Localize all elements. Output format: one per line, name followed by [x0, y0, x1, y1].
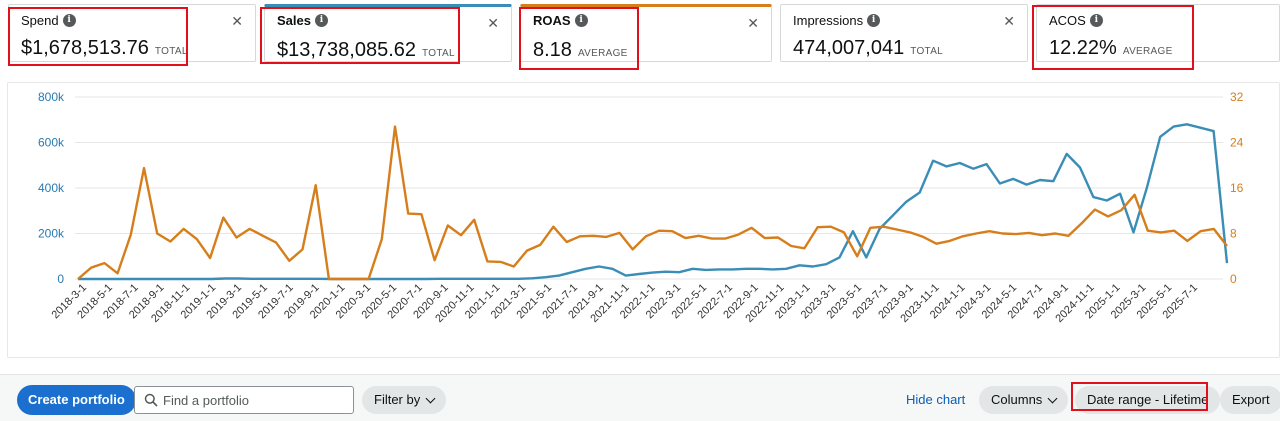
chevron-down-icon — [425, 393, 436, 403]
metric-label: ACOS — [1049, 13, 1086, 28]
filter-by-dropdown[interactable]: Filter by — [362, 386, 447, 414]
info-icon[interactable]: i — [314, 14, 328, 27]
filter-label: Filter by — [374, 392, 421, 407]
export-button[interactable]: Export — [1220, 386, 1280, 414]
columns-dropdown[interactable]: Columns — [979, 386, 1069, 414]
metric-sub: AVERAGE — [1122, 46, 1173, 57]
metric-label: Sales — [277, 13, 311, 28]
y-right-tick-label: 32 — [1230, 90, 1244, 104]
hide-chart-link[interactable]: Hide chart — [906, 386, 965, 414]
metric-label: Impressions — [793, 13, 864, 28]
roas-series-line — [77, 125, 1228, 281]
y-left-tick-label: 0 — [57, 272, 64, 286]
close-icon[interactable]: ✕ — [747, 15, 759, 32]
metric-sub: AVERAGE — [577, 48, 628, 59]
metric-label: ROAS — [533, 13, 571, 28]
sales-series-line — [78, 123, 1229, 281]
search-icon — [144, 393, 158, 407]
close-icon[interactable]: ✕ — [487, 15, 499, 32]
y-right-tick-label: 0 — [1230, 272, 1237, 286]
metric-value: 474,007,041 — [793, 37, 905, 59]
y-right-tick-label: 8 — [1230, 227, 1237, 241]
columns-label: Columns — [991, 392, 1043, 407]
line-chart: 0 0200k 8400k 16600k 24800k 322018-3-12018-5-… — [38, 90, 1244, 325]
metric-cards: Spend i $1,678,513.76 TOTAL ✕ Sales i $13,7… — [0, 0, 1280, 70]
close-icon[interactable]: ✕ — [1003, 13, 1015, 30]
y-left-tick-label: 600k — [38, 136, 65, 150]
metric-card-impressions[interactable]: Impressions i 474,007,041 TOTAL ✕ — [780, 4, 1028, 62]
metric-sub: TOTAL — [422, 48, 455, 59]
metric-card-spend[interactable]: Spend i $1,678,513.76 TOTAL ✕ — [8, 4, 256, 62]
metric-card-roas[interactable]: ROAS i 8.18 AVERAGE ✕ — [520, 4, 772, 62]
metric-value: $13,738,085.62 — [277, 39, 417, 61]
date-range-label: Date range - Lifetime — [1087, 392, 1209, 407]
info-icon[interactable]: i — [1089, 14, 1103, 27]
y-right-tick-label: 16 — [1230, 181, 1244, 195]
metric-value: 8.18 — [533, 39, 572, 61]
info-icon[interactable]: i — [867, 14, 881, 27]
metric-card-acos[interactable]: ACOS i 12.22% AVERAGE — [1036, 4, 1280, 62]
search-box[interactable] — [134, 386, 354, 414]
info-icon[interactable]: i — [62, 14, 76, 27]
metric-sub: TOTAL — [154, 46, 188, 57]
info-icon[interactable]: i — [574, 14, 588, 27]
metric-sub: TOTAL — [910, 46, 944, 57]
y-left-tick-label: 400k — [38, 181, 65, 195]
chevron-down-icon — [1047, 393, 1058, 403]
date-range-button[interactable]: Date range - Lifetime — [1075, 386, 1221, 414]
metric-value: 12.22% — [1049, 37, 1117, 59]
search-input[interactable] — [163, 389, 349, 411]
close-icon[interactable]: ✕ — [231, 13, 243, 30]
y-left-tick-label: 200k — [38, 227, 65, 241]
y-left-tick-label: 800k — [38, 90, 65, 104]
metric-label: Spend — [21, 13, 59, 28]
create-portfolio-button[interactable]: Create portfolio — [17, 385, 136, 415]
y-right-tick-label: 24 — [1230, 136, 1244, 150]
portfolio-toolbar: Create portfolio Filter by Hide chart Co… — [0, 374, 1280, 421]
chart-panel: 0 0 200k 8 400k 16 600k 24 800k 32 2018-3-1 2018-5-… — [7, 82, 1280, 358]
metric-value: $1,678,513.76 — [21, 37, 149, 59]
metric-card-sales[interactable]: Sales i $13,738,085.62 TOTAL ✕ — [264, 4, 512, 62]
export-label: Export — [1232, 392, 1270, 407]
